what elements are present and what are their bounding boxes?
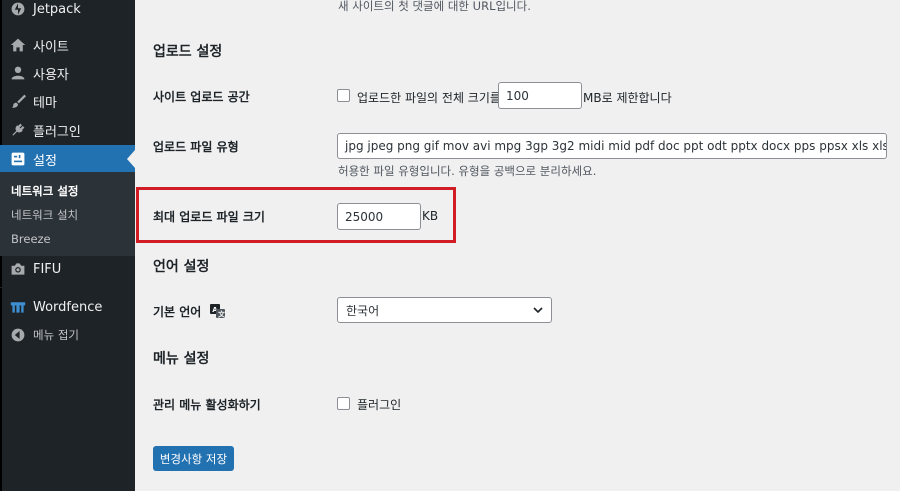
sidebar-item-plugins[interactable]: 플러그인 [0,116,135,144]
upload-space-input[interactable]: 100 [498,82,582,109]
wordfence-icon [8,297,28,317]
sidebar-item-users[interactable]: 사용자 [0,59,135,87]
default-language-value: 한국어 [346,303,380,318]
max-upload-size-input[interactable]: 25000 [337,203,421,230]
settings-icon [8,149,28,169]
submenu-network-settings[interactable]: 네트워크 설정 [11,183,78,199]
sidebar-item-label: 메뉴 접기 [33,328,79,342]
sidebar-divider [0,287,135,288]
sidebar-item-label: FIFU [33,261,62,277]
settings-submenu: 네트워크 설정 네트워크 설치 Breeze [0,172,135,256]
save-changes-button[interactable]: 변경사항 저장 [153,446,234,471]
first-comment-url-description: 새 사이트의 첫 댓글에 대한 URL입니다. [338,0,531,13]
sidebar-item-fifu[interactable]: FIFU [0,255,135,283]
translation-icon: A文 [209,304,226,321]
jetpack-icon [8,0,28,19]
sidebar-item-label: 사이트 [33,39,69,55]
default-language-select[interactable]: 한국어 [337,297,552,323]
max-upload-size-unit: KB [422,209,439,223]
sidebar-item-sites[interactable]: 사이트 [0,31,135,59]
camera-icon [8,259,28,279]
sidebar-item-settings[interactable]: 설정 [0,145,135,173]
house-icon [8,35,28,55]
upload-file-types-input[interactable]: jpg jpeg png gif mov avi mpg 3gp 3g2 mid… [337,133,887,159]
default-language-text: 기본 언어 [153,305,202,319]
admin-menu-enable-label: 관리 메뉴 활성화하기 [153,398,261,412]
upload-space-checkbox[interactable] [337,89,350,102]
sidebar-item-label: Wordfence [33,299,103,315]
upload-file-types-label: 업로드 파일 유형 [153,140,239,154]
site-upload-space-label: 사이트 업로드 공간 [153,90,250,104]
sidebar-item-wordfence[interactable]: Wordfence [0,293,135,321]
submenu-network-install[interactable]: 네트워크 설치 [11,207,78,223]
language-settings-heading: 언어 설정 [153,259,210,275]
upload-space-checkbox-label: 업로드한 파일의 전체 크기를 [357,91,501,105]
chevron-down-icon [533,307,543,314]
default-language-label: 기본 언어 A文 [153,303,226,321]
paintbrush-icon [8,91,28,111]
admin-sidebar: Jetpack 사이트 사용자 테마 플러그인 설정 네트워크 설정 네트워크 … [0,0,135,491]
max-upload-size-label: 최대 업로드 파일 크기 [153,210,265,224]
menu-settings-heading: 메뉴 설정 [153,351,210,367]
sidebar-item-label: 플러그인 [33,124,81,140]
plugins-menu-checkbox-label: 플러그인 [357,398,402,412]
plugin-icon [8,120,28,140]
upload-settings-heading: 업로드 설정 [153,44,223,60]
sidebar-item-jetpack[interactable]: Jetpack [0,0,135,23]
sidebar-item-label: Jetpack [33,1,81,17]
upload-file-types-help: 허용한 파일 유형입니다. 유형을 공백으로 분리하세요. [338,164,597,178]
plugins-menu-checkbox[interactable] [337,397,350,410]
sidebar-item-label: 테마 [33,95,57,111]
svg-text:文: 文 [218,310,225,319]
collapse-menu-button[interactable]: 메뉴 접기 [0,321,135,349]
sidebar-item-label: 사용자 [33,67,69,83]
upload-space-suffix: MB로 제한합니다 [583,91,672,105]
submenu-breeze[interactable]: Breeze [11,232,51,246]
settings-content: 새 사이트의 첫 댓글에 대한 URL입니다. 업로드 설정 사이트 업로드 공… [135,0,900,491]
sidebar-item-themes[interactable]: 테마 [0,87,135,115]
collapse-arrow-icon [8,325,28,345]
sidebar-item-label: 설정 [33,153,57,169]
user-icon [8,63,28,83]
